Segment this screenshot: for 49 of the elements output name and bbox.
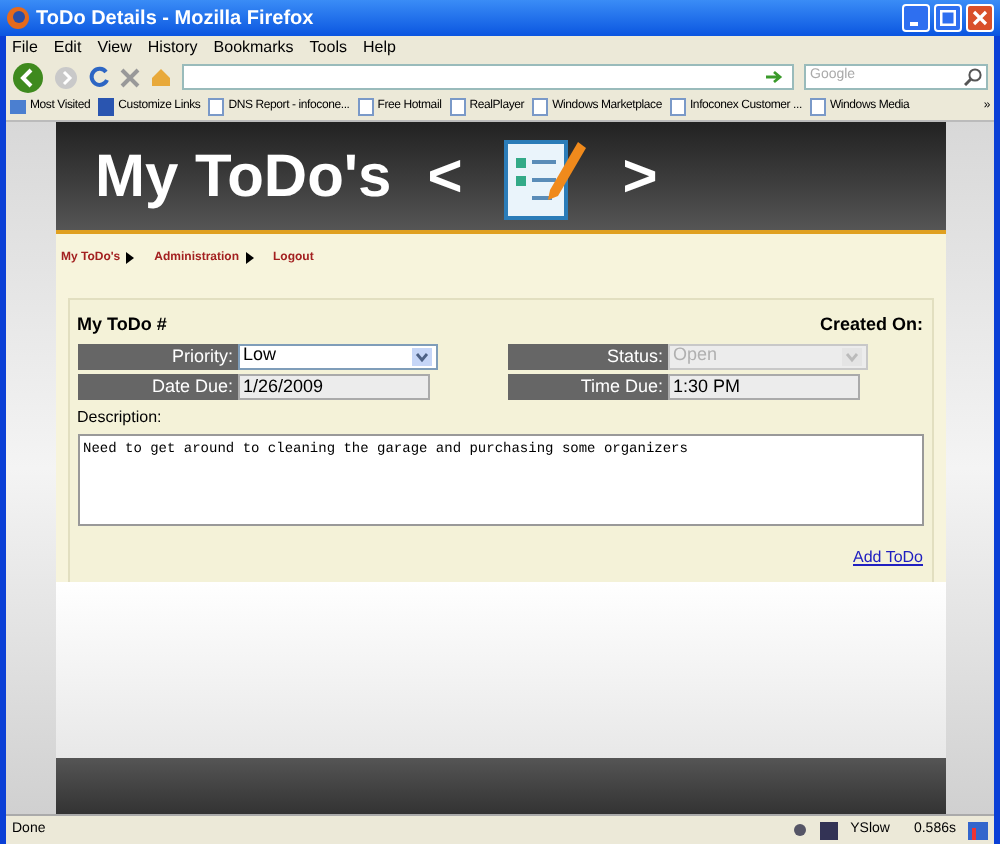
description-label: Description: [77,405,164,429]
stop-icon [120,67,140,87]
page-icon [809,98,826,116]
previous-arrow[interactable]: < [427,131,463,221]
chart-icon [968,821,988,839]
page-icon [669,98,686,116]
field-label: Status: [507,343,667,369]
close-button[interactable] [966,4,994,32]
maximize-button[interactable] [934,4,962,32]
logo-icon [98,98,115,116]
maximize-icon [940,10,956,26]
field-label: Time Due: [507,373,667,399]
address-field[interactable] [182,64,794,90]
menu-item[interactable]: Edit [53,36,82,60]
page-icon [208,98,225,116]
triangle-icon [126,252,135,264]
site-title: My ToDo's [95,141,392,213]
menu-item[interactable]: History [147,36,198,60]
triangle-icon [245,252,253,264]
input-field[interactable]: 1:30 PM [667,373,859,399]
home-icon [150,66,172,88]
page-icon [449,98,466,116]
menu-item[interactable]: Help [362,36,396,60]
close-icon [972,10,988,26]
folder-icon [10,98,26,116]
next-arrow[interactable]: > [622,131,658,221]
go-icon [766,70,784,84]
chevron-icon [841,347,861,365]
page-icon [357,98,374,116]
menu-item[interactable]: View [97,36,132,60]
chevron-icon [411,347,431,365]
menu-item[interactable]: Tools [309,36,347,60]
window-title: ToDo Details - Mozilla Firefox [36,5,316,33]
menu-item[interactable]: File [12,36,38,60]
reload-icon [88,66,110,88]
field-label: Date Due: [77,373,237,399]
forward-icon [54,65,78,89]
minimize-button[interactable] [902,4,930,32]
dropdown[interactable]: Low [237,343,437,369]
menu-item[interactable]: Bookmarks [213,36,294,60]
add-todo-link[interactable]: Add ToDo [853,545,923,569]
search-icon [964,68,982,86]
firefox-icon [6,6,30,30]
page-icon [532,98,549,116]
field-label: Priority: [77,343,237,369]
created-label: Created On: [819,312,923,338]
input-field[interactable]: 1/26/2009 [237,373,429,399]
form-heading: My ToDo # [77,312,167,338]
back-icon [12,61,44,93]
